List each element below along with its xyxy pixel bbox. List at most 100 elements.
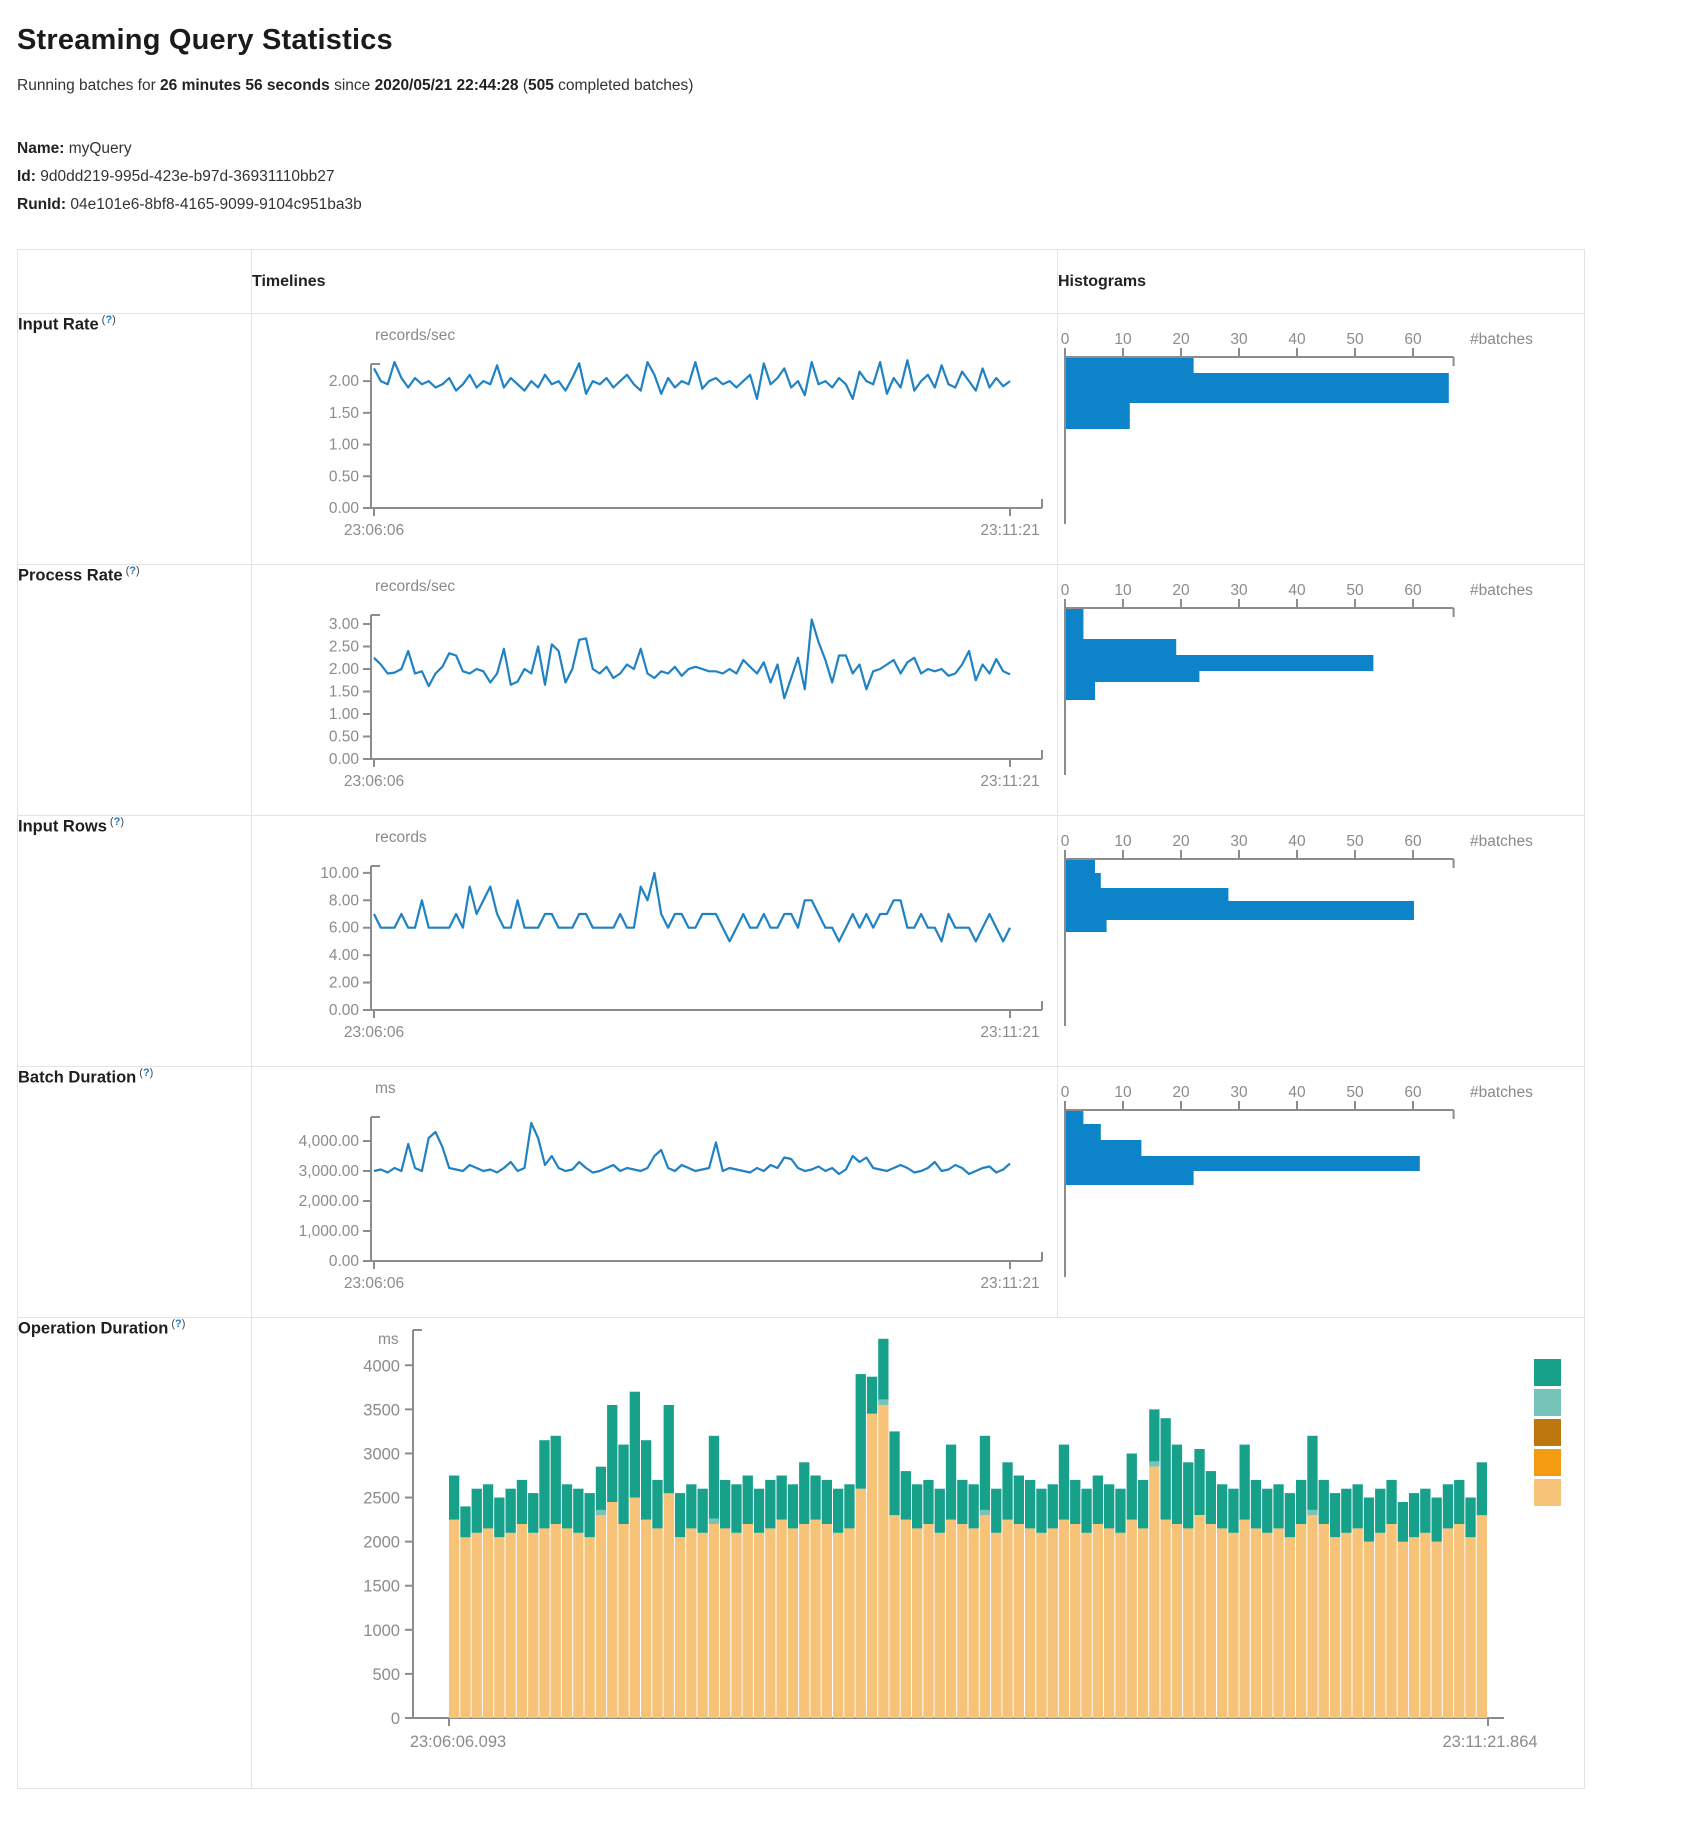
svg-text:10: 10 [1114,1084,1132,1101]
svg-text:0.50: 0.50 [329,729,360,746]
svg-text:23:11:21: 23:11:21 [980,773,1039,790]
query-name-line: Name: myQuery [17,135,1676,163]
svg-text:1.00: 1.00 [329,706,360,723]
query-id-line: Id: 9d0dd219-995d-423e-b97d-36931110bb27 [17,163,1676,191]
batch-duration-histogram-svg: 0102030405060#batches [1058,1067,1578,1303]
svg-text:3500: 3500 [363,1401,400,1419]
process-rate-timeline-svg: records/sec0.000.501.001.502.002.503.002… [252,565,1052,801]
svg-text:2.00: 2.00 [329,373,360,390]
name-label: Name: [17,140,64,157]
svg-text:20: 20 [1172,582,1190,599]
svg-text:0.00: 0.00 [329,500,360,517]
svg-text:4000: 4000 [363,1357,400,1375]
svg-text:23:11:21.864: 23:11:21.864 [1442,1733,1537,1751]
svg-text:0: 0 [391,1710,400,1728]
operation-duration-chart-cell: ms0500100015002000250030003500400023:06:… [252,1318,1585,1789]
input-rate-row: Input Rate(?) records/sec0.000.501.001.5… [18,314,1585,565]
svg-text:0.50: 0.50 [329,468,360,485]
svg-text:23:11:21: 23:11:21 [980,1275,1039,1292]
summary-suffix: completed batches) [554,77,694,94]
svg-text:2.50: 2.50 [329,639,360,656]
input-rows-help-icon[interactable]: (?) [110,816,124,828]
svg-text:30: 30 [1230,833,1248,850]
svg-text:4.00: 4.00 [329,947,360,964]
svg-text:60: 60 [1404,331,1422,348]
metric-label: Input Rate [18,315,99,333]
svg-text:0: 0 [1061,582,1070,599]
svg-text:0.00: 0.00 [329,1253,360,1270]
metric-label: Batch Duration [18,1068,136,1086]
legend-swatch [1534,1479,1561,1506]
input-rows-timeline-cell: records0.002.004.006.008.0010.0023:06:06… [252,816,1058,1067]
streaming-query-statistics-page: Streaming Query Statistics Running batch… [0,0,1693,1829]
svg-text:3,000.00: 3,000.00 [299,1163,360,1180]
svg-text:23:06:06.093: 23:06:06.093 [410,1733,506,1751]
svg-text:20: 20 [1172,833,1190,850]
process-rate-histogram-chart: 0102030405060#batches [1058,565,1584,815]
batch-duration-histogram-chart: 0102030405060#batches [1058,1067,1584,1317]
svg-text:8.00: 8.00 [329,892,360,909]
svg-text:#batches: #batches [1470,1084,1533,1101]
input-rows-histogram-cell: 0102030405060#batches [1058,816,1585,1067]
input-rate-histogram-svg: 0102030405060#batches [1058,314,1578,550]
input-rate-histogram-cell: 0102030405060#batches [1058,314,1585,565]
svg-text:#batches: #batches [1470,833,1533,850]
operation-duration-help-icon[interactable]: (?) [171,1318,185,1330]
input-rows-label-cell: Input Rows(?) [18,816,252,1067]
svg-text:50: 50 [1346,833,1364,850]
svg-text:#batches: #batches [1470,582,1533,599]
svg-text:23:06:06: 23:06:06 [344,773,404,790]
legend-swatch [1534,1389,1561,1416]
process-rate-histogram-svg: 0102030405060#batches [1058,565,1578,801]
svg-text:23:06:06: 23:06:06 [344,522,404,539]
batch-duration-timeline-chart: ms0.001,000.002,000.003,000.004,000.0023… [252,1067,1057,1317]
svg-text:30: 30 [1230,582,1248,599]
process-rate-help-icon[interactable]: (?) [126,565,140,577]
operation-duration-svg: ms0500100015002000250030003500400023:06:… [252,1318,1552,1768]
input-rate-timeline-cell: records/sec0.000.501.001.502.0023:06:062… [252,314,1058,565]
running-batches-summary: Running batches for 26 minutes 56 second… [17,77,1676,95]
operation-duration-label-cell: Operation Duration(?) [18,1318,252,1789]
svg-text:40: 40 [1288,331,1306,348]
svg-text:23:06:06: 23:06:06 [344,1024,404,1041]
svg-text:0.00: 0.00 [329,751,360,768]
svg-text:records/sec: records/sec [375,578,455,595]
batch-duration-help-icon[interactable]: (?) [139,1067,153,1079]
svg-text:10: 10 [1114,582,1132,599]
input-rows-row: Input Rows(?) records0.002.004.006.008.0… [18,816,1585,1067]
svg-text:60: 60 [1404,1084,1422,1101]
svg-text:2,000.00: 2,000.00 [299,1193,360,1210]
summary-prefix: Running batches for [17,77,156,94]
id-label: Id: [17,168,36,185]
svg-text:40: 40 [1288,582,1306,599]
svg-text:6.00: 6.00 [329,920,360,937]
svg-text:10: 10 [1114,833,1132,850]
legend-swatch [1534,1449,1561,1476]
operation-duration-chart: ms0500100015002000250030003500400023:06:… [252,1318,1584,1788]
svg-text:500: 500 [372,1666,400,1684]
batch-duration-label-cell: Batch Duration(?) [18,1067,252,1318]
timelines-header: Timelines [252,250,1058,314]
input-rate-help-icon[interactable]: (?) [102,314,116,326]
input-rate-timeline-svg: records/sec0.000.501.001.502.0023:06:062… [252,314,1052,550]
table-header-row: Timelines Histograms [18,250,1585,314]
start-timestamp: 2020/05/21 22:44:28 [375,77,519,94]
batch-duration-timeline-svg: ms0.001,000.002,000.003,000.004,000.0023… [252,1067,1052,1303]
svg-text:records: records [375,829,427,846]
process-rate-timeline-chart: records/sec0.000.501.001.502.002.503.002… [252,565,1057,815]
metric-label: Input Rows [18,817,107,835]
svg-text:20: 20 [1172,331,1190,348]
summary-since: since [334,77,370,94]
svg-text:10: 10 [1114,331,1132,348]
input-rate-timeline-chart: records/sec0.000.501.001.502.0023:06:062… [252,314,1057,564]
input-rows-timeline-svg: records0.002.004.006.008.0010.0023:06:06… [252,816,1052,1052]
input-rows-histogram-svg: 0102030405060#batches [1058,816,1578,1052]
operation-duration-row: Operation Duration(?) ms0500100015002000… [18,1318,1585,1789]
svg-text:50: 50 [1346,582,1364,599]
batch-duration-timeline-cell: ms0.001,000.002,000.003,000.004,000.0023… [252,1067,1058,1318]
svg-text:23:11:21: 23:11:21 [980,522,1039,539]
svg-text:30: 30 [1230,331,1248,348]
svg-text:3.00: 3.00 [329,616,360,633]
histograms-header: Histograms [1058,250,1585,314]
process-rate-row: Process Rate(?) records/sec0.000.501.001… [18,565,1585,816]
